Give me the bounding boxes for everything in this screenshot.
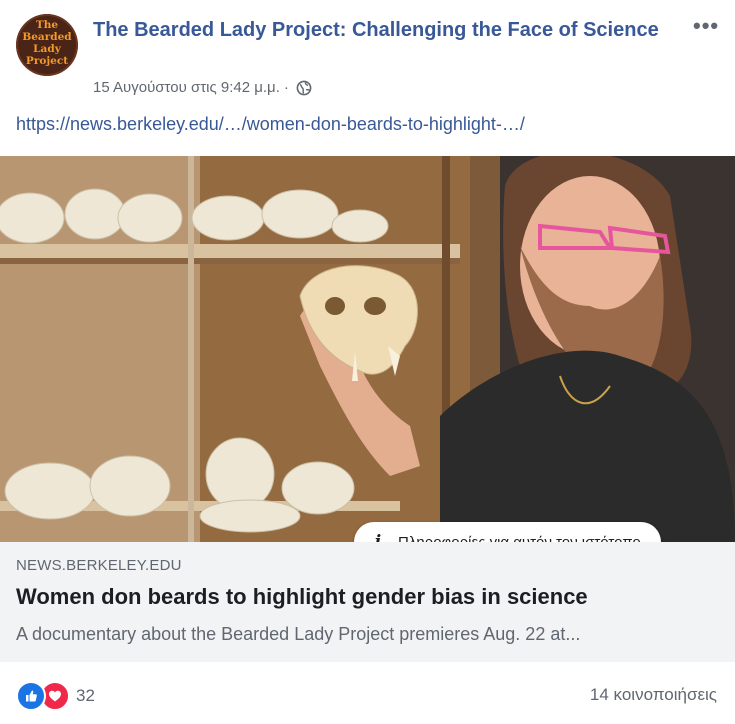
link-domain: NEWS.BERKELEY.EDU <box>16 557 182 574</box>
page-name-link[interactable]: The Bearded Lady Project: Challenging th… <box>93 16 673 44</box>
link-preview-image[interactable] <box>0 156 735 542</box>
avatar-logo-line-3: Lady <box>33 43 61 55</box>
link-description: A documentary about the Bearded Lady Pro… <box>16 624 581 644</box>
globe-icon[interactable] <box>296 80 312 96</box>
more-options-icon[interactable]: ••• <box>693 14 721 38</box>
link-headline[interactable]: Women don beards to highlight gender bia… <box>16 584 588 610</box>
avatar-logo-line-1: The <box>35 19 59 31</box>
post-timestamp[interactable]: 15 Αυγούστου στις 9:42 μ.μ. <box>93 79 280 96</box>
share-count[interactable]: 14 κοινοποιήσεις <box>590 685 717 705</box>
avatar-logo-line-2: Bearded <box>22 31 72 43</box>
reaction-summary[interactable]: 32 <box>16 681 95 711</box>
post-link-url[interactable]: https://news.berkeley.edu/…/women-don-be… <box>16 114 525 135</box>
post-header: The Bearded Lady Project The Bearded Lad… <box>0 0 735 134</box>
page-avatar[interactable]: The Bearded Lady Project <box>16 14 78 76</box>
post-meta: 15 Αυγούστου στις 9:42 μ.μ. · <box>93 79 312 96</box>
avatar-logo: The Bearded Lady Project <box>16 19 78 67</box>
reaction-count: 32 <box>76 686 95 705</box>
like-icon <box>16 681 46 711</box>
avatar-logo-line-4: Project <box>25 55 69 67</box>
meta-separator: · <box>283 79 289 96</box>
